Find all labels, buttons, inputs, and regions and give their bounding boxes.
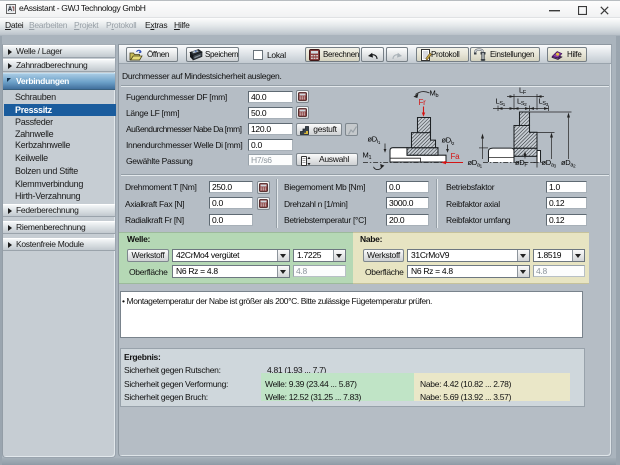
- svg-text:øDF: øDF: [515, 158, 528, 169]
- svg-text:Fa: Fa: [451, 152, 461, 161]
- svg-text:Fr: Fr: [419, 98, 427, 107]
- svg-text:øDa1: øDa1: [468, 158, 483, 169]
- svg-text:LF: LF: [519, 86, 527, 97]
- svg-text:øDa3: øDa3: [542, 158, 557, 169]
- svg-text:LS1: LS1: [496, 97, 506, 108]
- svg-text:Mb: Mb: [430, 89, 439, 100]
- svg-text:LS2: LS2: [517, 97, 527, 108]
- svg-text:øDa2: øDa2: [561, 158, 576, 169]
- svg-text:øDi2: øDi2: [442, 136, 455, 147]
- svg-text:M1: M1: [363, 151, 372, 162]
- svg-text:øDi1: øDi1: [368, 135, 381, 146]
- svg-text:LS3: LS3: [539, 97, 549, 108]
